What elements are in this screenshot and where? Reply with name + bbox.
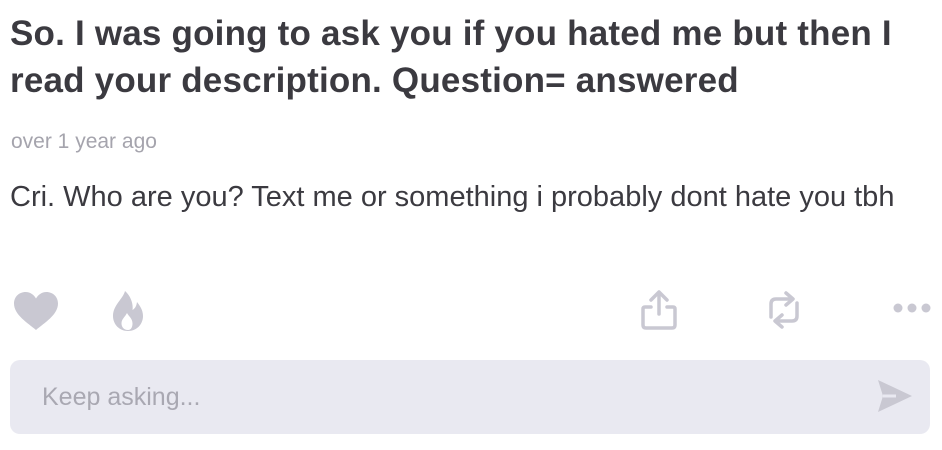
more-icon — [893, 303, 931, 313]
timestamp: over 1 year ago — [11, 130, 157, 153]
question-text: So. I was going to ask you if you hated … — [10, 14, 892, 100]
share-icon — [641, 290, 677, 330]
reply-input[interactable] — [10, 360, 850, 434]
repost-button[interactable] — [762, 289, 806, 331]
answer-card: So. I was going to ask you if you hated … — [0, 0, 942, 450]
fire-button[interactable] — [110, 290, 146, 332]
like-button[interactable] — [13, 291, 59, 331]
more-button[interactable] — [892, 302, 932, 314]
share-button[interactable] — [640, 289, 678, 331]
reply-box — [10, 360, 930, 434]
send-button[interactable] — [876, 378, 914, 414]
answer-text: Cri. Who are you? Text me or something i… — [10, 181, 895, 213]
fire-icon — [113, 291, 143, 331]
repost-icon — [769, 291, 799, 329]
heart-icon — [14, 292, 58, 330]
send-icon — [878, 380, 912, 412]
action-bar — [0, 286, 942, 336]
